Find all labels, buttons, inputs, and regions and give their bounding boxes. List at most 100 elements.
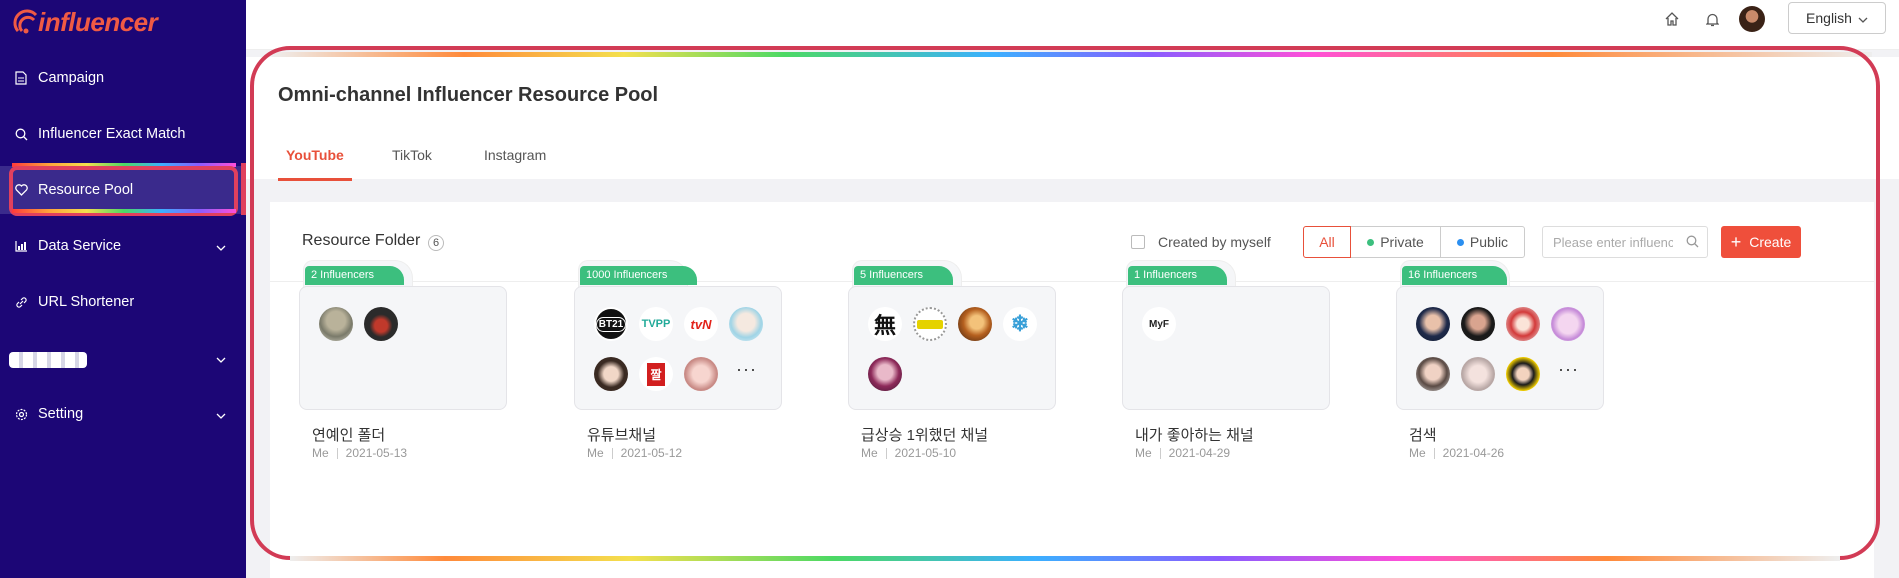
filter-all-button[interactable]: All (1303, 226, 1351, 258)
sidebar: influencer Campaign Influencer Exact Mat… (0, 0, 246, 578)
brand-name: influencer (38, 6, 158, 37)
influencer-avatar (958, 307, 992, 341)
filter-private-button[interactable]: Private (1350, 226, 1441, 258)
sidebar-item-label: Data Service (38, 238, 122, 254)
folder-owner: Me (312, 446, 329, 460)
folder-name: 급상승 1위했던 채널 (861, 427, 989, 444)
create-folder-button[interactable]: + Create (1721, 226, 1801, 258)
tab-tiktok[interactable]: TikTok (384, 147, 440, 181)
bell-icon[interactable] (1705, 12, 1720, 32)
filter-all-label: All (1319, 234, 1335, 250)
created-by-myself-label[interactable]: Created by myself (1158, 234, 1271, 250)
page-title: Omni-channel Influencer Resource Pool (278, 84, 659, 106)
private-dot-icon (1367, 238, 1375, 246)
more-avatars-indicator: ··· (736, 359, 757, 379)
chevron-down-icon (216, 239, 226, 255)
folder-owner: Me (1135, 446, 1152, 460)
redacted-label (9, 352, 87, 368)
influencer-search-input[interactable] (1543, 227, 1673, 257)
sidebar-item-label: Influencer Exact Match (38, 126, 186, 142)
folder-meta: Me 2021-05-13 (312, 446, 407, 460)
influencer-avatar (364, 307, 398, 341)
created-by-myself-checkbox[interactable] (1131, 235, 1145, 249)
folder-date: 2021-05-12 (620, 446, 683, 460)
influencer-search (1542, 226, 1708, 258)
highlight-rainbow (12, 209, 236, 213)
filter-public-button[interactable]: Public (1440, 226, 1525, 258)
resource-folder-panel: Resource Folder 6 Created by myself All … (270, 202, 1874, 578)
folder-card[interactable]: 無 ❄ 5 Influencers 급상승 1위했던 채널 Me 2021-05-… (848, 258, 1056, 468)
brand-logo[interactable]: influencer (12, 4, 158, 40)
tab-youtube[interactable]: YouTube (278, 147, 352, 181)
influencer-count-badge: 16 Influencers (1402, 266, 1508, 285)
document-icon (14, 71, 28, 85)
influencer-avatar: tvN (684, 307, 718, 341)
sidebar-item-influencer-exact-match[interactable]: Influencer Exact Match (0, 110, 246, 158)
sidebar-item-campaign[interactable]: Campaign (0, 54, 246, 102)
chevron-down-icon (216, 407, 226, 423)
search-icon[interactable] (1686, 235, 1699, 253)
influencer-avatar (1416, 357, 1450, 391)
influencer-avatar (319, 307, 353, 341)
influencer-count-badge: 5 Influencers (854, 266, 953, 285)
folder-meta: Me 2021-04-26 (1409, 446, 1504, 460)
search-icon (14, 127, 28, 141)
filter-public-label: Public (1469, 234, 1509, 250)
folder-avatars: BT21 TVPP tvN 짤 ··· (574, 286, 782, 410)
folder-card[interactable]: BT21 TVPP tvN 짤 ··· 1000 Influencers 유튜브… (574, 258, 782, 468)
chevron-down-icon (216, 351, 226, 367)
sidebar-item-setting[interactable]: Setting (0, 390, 246, 438)
influencer-avatar: ❄ (1003, 307, 1037, 341)
language-select[interactable]: English (1788, 2, 1886, 34)
folder-owner: Me (587, 446, 604, 460)
influencer-avatar (913, 307, 947, 341)
influencer-avatar (594, 357, 628, 391)
user-avatar[interactable] (1739, 6, 1765, 32)
language-label: English (1806, 10, 1852, 26)
folder-date: 2021-05-13 (345, 446, 408, 460)
influencer-avatar (729, 307, 763, 341)
tab-instagram[interactable]: Instagram (476, 147, 554, 181)
sidebar-item-label: URL Shortener (38, 294, 135, 310)
influencer-avatar: MyF (1142, 307, 1176, 341)
influencer-count-badge: 2 Influencers (305, 266, 404, 285)
sidebar-item-data-service[interactable]: Data Service (0, 222, 246, 270)
folder-meta: Me 2021-04-29 (1135, 446, 1230, 460)
influencer-avatar (1551, 307, 1585, 341)
influencer-avatar: BT21 (594, 307, 628, 341)
more-avatars-indicator: ··· (1558, 359, 1579, 379)
folder-card[interactable]: 2 Influencers 연예인 폴더 Me 2021-05-13 (299, 258, 507, 468)
folder-avatars: MyF (1122, 286, 1330, 410)
plus-icon: + (1730, 232, 1742, 252)
highlight-rainbow-top (272, 52, 1872, 57)
panel-title: Resource Folder (302, 232, 421, 249)
influencer-avatar: TVPP (639, 307, 673, 341)
influencer-count-badge: 1 Influencers (1128, 266, 1227, 285)
folder-avatars: 無 ❄ (848, 286, 1056, 410)
folder-name: 연예인 폴더 (312, 427, 386, 444)
folder-name: 유튜브채널 (587, 427, 657, 444)
sidebar-item-label: Campaign (38, 70, 105, 86)
influencer-avatar: 無 (868, 307, 902, 341)
create-label: Create (1749, 234, 1792, 250)
folder-name: 내가 좋아하는 채널 (1135, 427, 1254, 444)
sidebar-item-url-shortener[interactable]: URL Shortener (0, 278, 246, 326)
folder-name: 검색 (1409, 427, 1437, 444)
folder-date: 2021-04-26 (1442, 446, 1505, 460)
folder-date: 2021-04-29 (1168, 446, 1231, 460)
folder-card[interactable]: MyF 1 Influencers 내가 좋아하는 채널 Me 2021-04-2… (1122, 258, 1330, 468)
gear-icon (14, 407, 28, 421)
folder-card[interactable]: ··· 16 Influencers 검색 Me 2021-04-26 (1396, 258, 1604, 468)
folder-owner: Me (861, 446, 878, 460)
influencer-avatar: 짤 (639, 357, 673, 391)
link-icon (14, 295, 28, 309)
influencer-count-badge: 1000 Influencers (580, 266, 698, 285)
bar-chart-icon (14, 239, 28, 253)
folder-meta: Me 2021-05-10 (861, 446, 956, 460)
influencer-avatar (1506, 307, 1540, 341)
top-bar (246, 0, 1899, 50)
logo-mark-icon (12, 7, 42, 37)
home-icon[interactable] (1664, 12, 1680, 31)
folder-owner: Me (1409, 446, 1426, 460)
folder-date: 2021-05-10 (894, 446, 957, 460)
